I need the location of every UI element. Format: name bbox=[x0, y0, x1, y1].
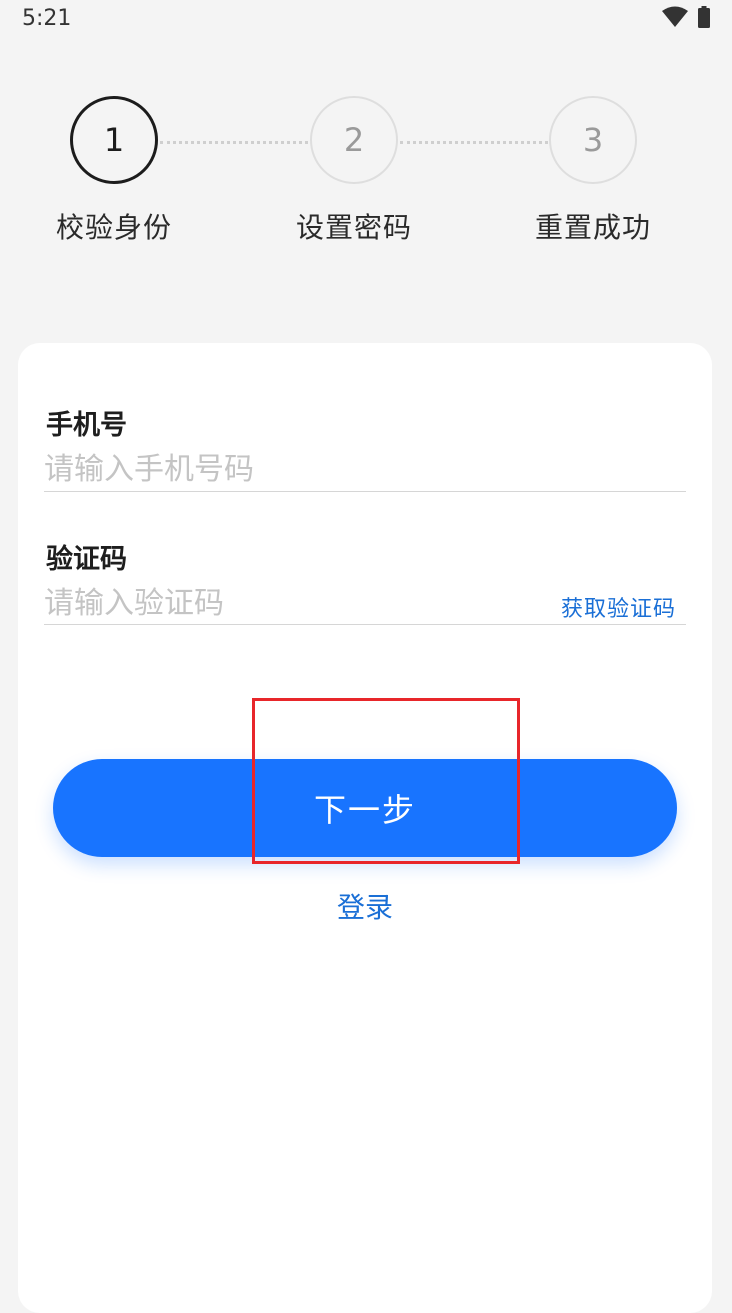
status-bar: 5:21 bbox=[0, 0, 732, 40]
step-1: 1 校验身份 bbox=[34, 96, 194, 246]
progress-stepper: 1 校验身份 2 设置密码 3 重置成功 bbox=[0, 96, 732, 256]
phone-label: 手机号 bbox=[46, 410, 127, 441]
code-label: 验证码 bbox=[46, 544, 127, 575]
step-2-circle: 2 bbox=[310, 96, 398, 184]
wifi-icon bbox=[662, 6, 688, 27]
login-link[interactable]: 登录 bbox=[18, 886, 712, 926]
get-code-button[interactable]: 获取验证码 bbox=[561, 591, 676, 623]
step-2: 2 设置密码 bbox=[274, 96, 434, 246]
battery-icon bbox=[698, 6, 710, 28]
phone-input[interactable] bbox=[44, 449, 684, 489]
form-card: 手机号 验证码 获取验证码 下一步 登录 bbox=[18, 343, 712, 1313]
code-underline bbox=[44, 624, 686, 625]
step-1-label: 校验身份 bbox=[55, 211, 172, 244]
step-3-circle: 3 bbox=[549, 96, 637, 184]
status-icons bbox=[662, 6, 710, 28]
step-3-label: 重置成功 bbox=[534, 211, 651, 244]
status-time: 5:21 bbox=[22, 6, 72, 31]
next-button[interactable]: 下一步 bbox=[53, 759, 677, 857]
step-3: 3 重置成功 bbox=[513, 96, 673, 246]
code-input[interactable] bbox=[44, 583, 524, 623]
step-2-label: 设置密码 bbox=[295, 211, 412, 244]
phone-underline bbox=[44, 491, 686, 492]
step-1-circle: 1 bbox=[70, 96, 158, 184]
